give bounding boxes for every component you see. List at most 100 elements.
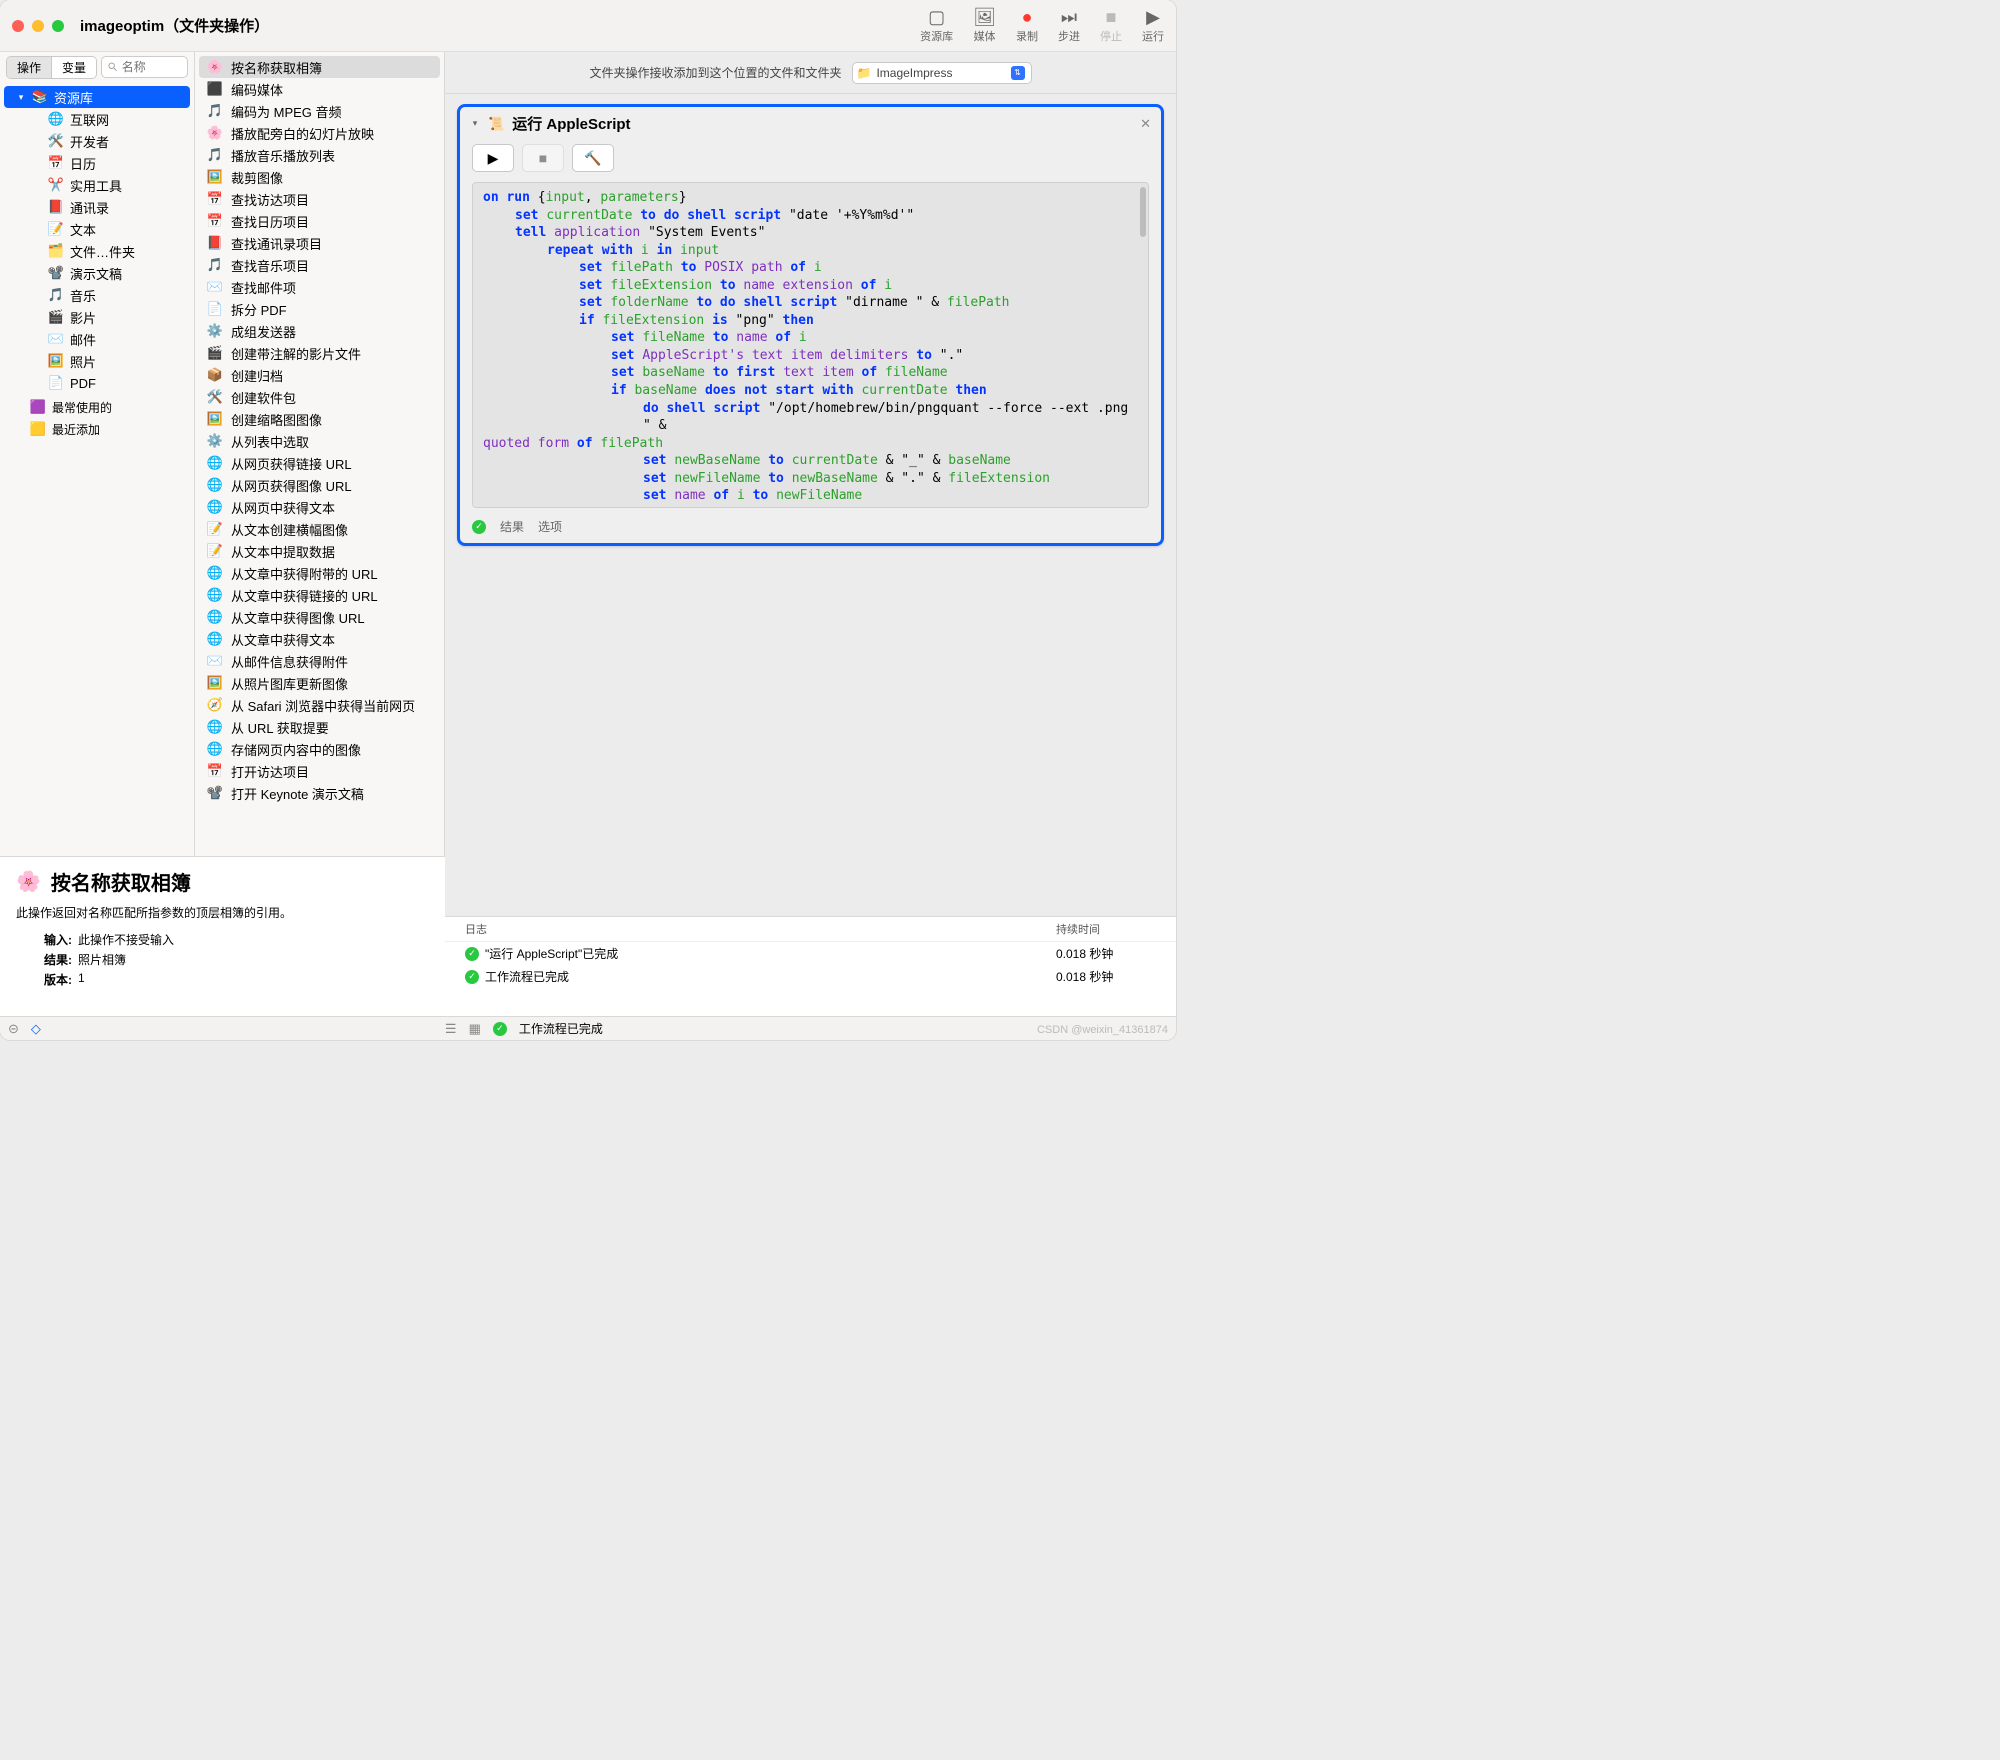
category-item[interactable]: 📝文本 [0, 218, 194, 240]
action-item[interactable]: 🧭从 Safari 浏览器中获得当前网页 [199, 694, 440, 716]
grid-icon[interactable]: ▦ [469, 1021, 481, 1037]
action-icon: 🌐 [207, 741, 223, 757]
action-item[interactable]: 📽️打开 Keynote 演示文稿 [199, 782, 440, 804]
workflow-step: ▾ 📜 运行 AppleScript ✕ ▶ ■ 🔨 on run {input… [457, 104, 1164, 546]
photos-icon: 🌸 [16, 869, 41, 894]
variables-icon[interactable]: ⊝ [8, 1021, 19, 1037]
action-item[interactable]: 🖼️裁剪图像 [199, 166, 440, 188]
search-field[interactable] [101, 56, 188, 78]
category-item[interactable]: 🎵音乐 [0, 284, 194, 306]
action-icon: 📅 [207, 763, 223, 779]
search-icon [108, 61, 118, 73]
category-icon: 🖼️ [48, 353, 64, 369]
stop-script-button[interactable]: ■ [522, 144, 564, 172]
action-icon: 🖼️ [207, 411, 223, 427]
category-item[interactable]: 🗂️文件…件夹 [0, 240, 194, 262]
action-item[interactable]: 🌐从文章中获得附带的 URL [199, 562, 440, 584]
segment-actions[interactable]: 操作 [7, 57, 52, 78]
category-icon: 🎵 [48, 287, 64, 303]
action-icon: 🖼️ [207, 675, 223, 691]
run-script-button[interactable]: ▶ [472, 144, 514, 172]
action-item[interactable]: 📅打开访达项目 [199, 760, 440, 782]
smart-folder-item[interactable]: 🟪最常使用的 [0, 396, 194, 418]
smart-folder-item[interactable]: 🟨最近添加 [0, 418, 194, 440]
step-toolbar-button[interactable]: ⏭步进 [1058, 8, 1080, 44]
category-item[interactable]: ✂️实用工具 [0, 174, 194, 196]
segment-variables[interactable]: 变量 [52, 57, 96, 78]
action-item[interactable]: 🖼️从照片图库更新图像 [199, 672, 440, 694]
action-item[interactable]: ⬛编码媒体 [199, 78, 440, 100]
action-item[interactable]: 📦创建归档 [199, 364, 440, 386]
action-item[interactable]: 🌐从文章中获得图像 URL [199, 606, 440, 628]
zoom-window-button[interactable] [52, 20, 64, 32]
action-item[interactable]: 🌐从网页中获得文本 [199, 496, 440, 518]
minimize-window-button[interactable] [32, 20, 44, 32]
action-item[interactable]: 📅查找访达项目 [199, 188, 440, 210]
category-item[interactable]: 📕通讯录 [0, 196, 194, 218]
library-toolbar-button[interactable]: ▢资源库 [920, 8, 953, 44]
category-item[interactable]: ✉️邮件 [0, 328, 194, 350]
step-icon: ⏭ [1061, 8, 1077, 26]
play-icon: ▶ [1146, 8, 1160, 26]
window-title: imageoptim（文件夹操作） [80, 15, 269, 36]
action-item[interactable]: 🌐存储网页内容中的图像 [199, 738, 440, 760]
status-ok-icon: ✓ [465, 947, 479, 961]
media-toolbar-button[interactable]: 🖼媒体 [973, 8, 996, 44]
category-item[interactable]: 🎬影片 [0, 306, 194, 328]
category-item[interactable]: 📄PDF [0, 372, 194, 394]
action-item[interactable]: 🌐从 URL 获取提要 [199, 716, 440, 738]
action-item[interactable]: 📝从文本中提取数据 [199, 540, 440, 562]
applescript-code[interactable]: on run {input, parameters} set currentDa… [472, 182, 1149, 508]
stop-icon: ■ [539, 150, 547, 166]
tab-options[interactable]: 选项 [538, 518, 562, 535]
action-item[interactable]: 🌸按名称获取相簿 [199, 56, 440, 78]
workflow-area: 文件夹操作接收添加到这个位置的文件和文件夹 📁ImageImpress ⇅ ▾ … [445, 52, 1176, 1016]
action-item[interactable]: 🌸播放配旁白的幻灯片放映 [199, 122, 440, 144]
log-col-message: 日志 [465, 921, 1056, 937]
category-item[interactable]: 🖼️照片 [0, 350, 194, 372]
record-toolbar-button[interactable]: ●录制 [1016, 8, 1038, 44]
action-item[interactable]: ✉️查找邮件项 [199, 276, 440, 298]
action-item[interactable]: 🎵播放音乐播放列表 [199, 144, 440, 166]
action-item[interactable]: 📄拆分 PDF [199, 298, 440, 320]
scrollbar-thumb[interactable] [1140, 187, 1146, 237]
bookmark-icon[interactable]: ◇ [31, 1021, 41, 1037]
category-item[interactable]: 📅日历 [0, 152, 194, 174]
close-step-button[interactable]: ✕ [1140, 116, 1151, 132]
action-item[interactable]: 🖼️创建缩略图图像 [199, 408, 440, 430]
search-input[interactable] [122, 60, 181, 74]
action-item[interactable]: 🎵查找音乐项目 [199, 254, 440, 276]
action-item[interactable]: 📅查找日历项目 [199, 210, 440, 232]
chevron-down-icon[interactable]: ▾ [470, 118, 480, 129]
action-item[interactable]: 🌐从网页获得图像 URL [199, 474, 440, 496]
action-item[interactable]: ✉️从邮件信息获得附件 [199, 650, 440, 672]
action-item[interactable]: ⚙️成组发送器 [199, 320, 440, 342]
log-row[interactable]: ✓"运行 AppleScript"已完成0.018 秒钟 [445, 942, 1176, 965]
action-item[interactable]: 🌐从文章中获得链接的 URL [199, 584, 440, 606]
action-item[interactable]: 🛠️创建软件包 [199, 386, 440, 408]
log-row[interactable]: ✓工作流程已完成0.018 秒钟 [445, 965, 1176, 988]
action-item[interactable]: 🌐从文章中获得文本 [199, 628, 440, 650]
category-item[interactable]: 🛠️开发者 [0, 130, 194, 152]
action-item[interactable]: 📝从文本创建横幅图像 [199, 518, 440, 540]
tab-result[interactable]: 结果 [500, 518, 524, 535]
folder-select[interactable]: 📁ImageImpress ⇅ [852, 62, 1032, 84]
action-item[interactable]: ⚙️从列表中选取 [199, 430, 440, 452]
action-item[interactable]: 🌐从网页获得链接 URL [199, 452, 440, 474]
list-icon[interactable]: ☰ [445, 1021, 457, 1037]
run-toolbar-button[interactable]: ▶运行 [1142, 8, 1164, 44]
category-item[interactable]: 🌐互联网 [0, 108, 194, 130]
action-item[interactable]: 📕查找通讯录项目 [199, 232, 440, 254]
action-icon: 🌸 [207, 59, 223, 75]
action-item[interactable]: 🎵编码为 MPEG 音频 [199, 100, 440, 122]
action-item[interactable]: 🎬创建带注解的影片文件 [199, 342, 440, 364]
compile-script-button[interactable]: 🔨 [572, 144, 614, 172]
category-item[interactable]: 📽️演示文稿 [0, 262, 194, 284]
log-col-duration: 持续时间 [1056, 921, 1156, 937]
close-window-button[interactable] [12, 20, 24, 32]
category-icon: 📕 [48, 199, 64, 215]
stop-toolbar-button[interactable]: ■停止 [1100, 8, 1122, 44]
action-icon: 🌐 [207, 565, 223, 581]
window-controls [12, 20, 64, 32]
library-root[interactable]: ▾ 📚 资源库 [4, 86, 190, 108]
